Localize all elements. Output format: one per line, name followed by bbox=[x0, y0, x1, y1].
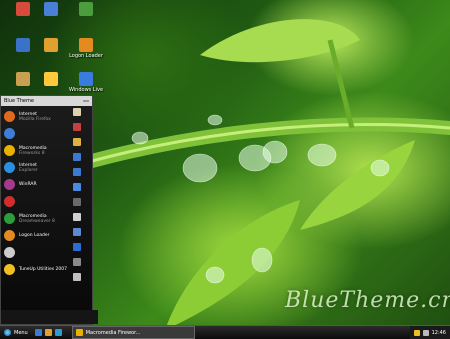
start-button[interactable]: Menu bbox=[0, 326, 32, 339]
item-title: Logon Loader bbox=[19, 233, 50, 238]
start-menu-item[interactable]: Internet Mozilla Firefox bbox=[1, 108, 67, 125]
start-menu-item-label: TuneUp Utilities 2007 bbox=[19, 267, 67, 272]
system-link-icon[interactable] bbox=[73, 123, 81, 131]
app-icon bbox=[44, 38, 58, 52]
taskbar-button-label: Macromedia Firewor... bbox=[85, 329, 141, 336]
taskbar-button[interactable]: Macromedia Firewor... bbox=[71, 326, 195, 339]
item-subtitle: Mozilla Firefox bbox=[19, 116, 51, 122]
windows-live-icon bbox=[79, 72, 93, 86]
program-icon bbox=[4, 179, 15, 190]
desktop-icon-label: Logon Loader bbox=[69, 53, 103, 59]
clock[interactable]: 12:46 bbox=[432, 330, 446, 336]
watermark: BlueTheme.cn bbox=[285, 288, 450, 313]
system-link-icon[interactable] bbox=[73, 198, 81, 206]
system-link-icon[interactable] bbox=[73, 138, 81, 146]
start-menu-footer bbox=[1, 310, 98, 324]
quick-launch-icon[interactable] bbox=[44, 329, 52, 336]
desktop-icon[interactable]: Logon Loader bbox=[63, 38, 109, 59]
start-menu-item[interactable]: Macromedia Fireworks 8 bbox=[1, 142, 67, 159]
program-icon bbox=[4, 264, 15, 275]
system-link-icon[interactable] bbox=[73, 168, 81, 176]
item-title: TuneUp Utilities 2007 bbox=[19, 267, 67, 272]
system-links bbox=[67, 108, 92, 288]
system-link-icon[interactable] bbox=[73, 213, 81, 221]
item-title: Macromedia bbox=[19, 213, 47, 219]
item-title: Internet bbox=[19, 111, 37, 117]
item-title: WinRAR bbox=[19, 182, 37, 187]
program-icon bbox=[4, 111, 15, 122]
start-menu-item-label: Macromedia Fireworks 8 bbox=[19, 146, 47, 156]
quick-launch-icon[interactable] bbox=[34, 329, 42, 336]
start-menu-item-label: Internet Explorer bbox=[19, 163, 38, 173]
program-icon bbox=[4, 230, 15, 241]
header-button[interactable] bbox=[83, 100, 89, 102]
program-list: Internet Mozilla Firefox Macromedia Firewor… bbox=[1, 108, 67, 278]
item-title: Macromedia bbox=[19, 145, 47, 151]
system-link-icon[interactable] bbox=[73, 273, 81, 281]
start-menu-item[interactable]: WinRAR bbox=[1, 176, 67, 193]
fireworks-icon bbox=[75, 329, 83, 336]
program-icon bbox=[4, 247, 15, 258]
system-link-icon[interactable] bbox=[73, 228, 81, 236]
start-menu-item[interactable]: Logon Loader bbox=[1, 227, 67, 244]
desktop-icon[interactable]: Windows Live bbox=[63, 72, 109, 93]
item-title: Internet bbox=[19, 162, 37, 168]
start-menu-item[interactable]: TuneUp Utilities 2007 bbox=[1, 261, 67, 278]
desktop-icon[interactable] bbox=[63, 2, 109, 17]
program-icon bbox=[4, 213, 15, 224]
system-link-icon[interactable] bbox=[73, 183, 81, 191]
logon-loader-icon bbox=[79, 38, 93, 52]
system-link-icon[interactable] bbox=[73, 243, 81, 251]
app-icon bbox=[44, 72, 58, 86]
start-menu-item-label: Macromedia Dreamweaver 8 bbox=[19, 214, 55, 224]
desktop-icon-label: Windows Live bbox=[68, 87, 104, 93]
start-menu: Blue Theme Internet Mozilla Firefox Macrom… bbox=[0, 95, 98, 325]
start-menu-item-label: Internet Mozilla Firefox bbox=[19, 112, 51, 122]
program-icon bbox=[4, 196, 15, 207]
app-icon bbox=[79, 2, 93, 16]
start-menu-item-label: Logon Loader bbox=[19, 233, 50, 238]
start-menu-item[interactable] bbox=[1, 244, 67, 261]
item-subtitle: Explorer bbox=[19, 167, 38, 173]
tray-icon[interactable] bbox=[413, 329, 420, 336]
system-link-icon[interactable] bbox=[73, 153, 81, 161]
program-icon bbox=[4, 145, 15, 156]
start-menu-item[interactable] bbox=[1, 125, 67, 142]
app-icon bbox=[44, 2, 58, 16]
program-icon bbox=[4, 162, 15, 173]
taskbar: Menu Macromedia Firewor... 12:46 bbox=[0, 325, 450, 339]
volume-icon[interactable] bbox=[422, 329, 429, 336]
start-menu-item[interactable] bbox=[1, 193, 67, 210]
start-menu-item[interactable]: Internet Explorer bbox=[1, 159, 67, 176]
item-subtitle: Fireworks 8 bbox=[19, 150, 45, 156]
system-tray: 12:46 bbox=[409, 326, 450, 339]
system-link-icon[interactable] bbox=[73, 108, 81, 116]
start-orb-icon bbox=[4, 329, 11, 336]
start-menu-item[interactable]: Macromedia Dreamweaver 8 bbox=[1, 210, 67, 227]
start-menu-item-label: WinRAR bbox=[19, 182, 37, 187]
start-label: Menu bbox=[14, 329, 28, 336]
item-subtitle: Dreamweaver 8 bbox=[19, 218, 55, 224]
program-icon bbox=[4, 128, 15, 139]
user-name: Blue Theme bbox=[4, 98, 34, 104]
system-link-icon[interactable] bbox=[73, 258, 81, 266]
quick-launch-icon[interactable] bbox=[54, 329, 62, 336]
start-menu-header: Blue Theme bbox=[1, 96, 92, 106]
